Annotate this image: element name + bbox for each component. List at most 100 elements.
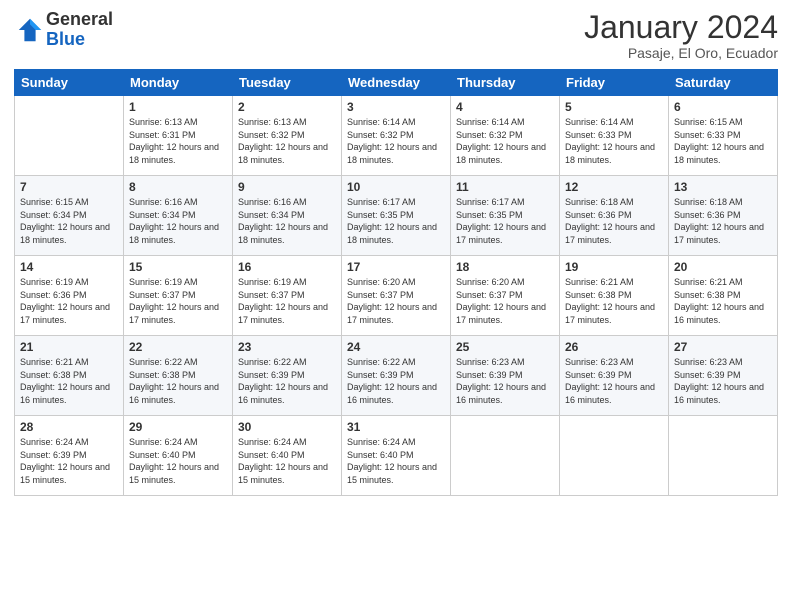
day-number: 1	[129, 100, 227, 114]
sunset-text: Sunset: 6:39 PM	[565, 369, 663, 382]
day-info: Sunrise: 6:21 AM Sunset: 6:38 PM Dayligh…	[565, 276, 663, 326]
daylight-text: Daylight: 12 hours and 18 minutes.	[565, 141, 663, 166]
sunset-text: Sunset: 6:39 PM	[674, 369, 772, 382]
sunset-text: Sunset: 6:39 PM	[20, 449, 118, 462]
daylight-text: Daylight: 12 hours and 18 minutes.	[456, 141, 554, 166]
daylight-text: Daylight: 12 hours and 17 minutes.	[20, 301, 118, 326]
day-number: 7	[20, 180, 118, 194]
daylight-text: Daylight: 12 hours and 17 minutes.	[674, 221, 772, 246]
calendar-week-4: 21 Sunrise: 6:21 AM Sunset: 6:38 PM Dayl…	[15, 336, 778, 416]
day-info: Sunrise: 6:23 AM Sunset: 6:39 PM Dayligh…	[674, 356, 772, 406]
calendar-header-row: Sunday Monday Tuesday Wednesday Thursday…	[15, 70, 778, 96]
calendar-cell: 6 Sunrise: 6:15 AM Sunset: 6:33 PM Dayli…	[669, 96, 778, 176]
daylight-text: Daylight: 12 hours and 18 minutes.	[674, 141, 772, 166]
daylight-text: Daylight: 12 hours and 16 minutes.	[347, 381, 445, 406]
calendar-cell: 20 Sunrise: 6:21 AM Sunset: 6:38 PM Dayl…	[669, 256, 778, 336]
day-number: 17	[347, 260, 445, 274]
calendar-cell: 9 Sunrise: 6:16 AM Sunset: 6:34 PM Dayli…	[233, 176, 342, 256]
day-info: Sunrise: 6:13 AM Sunset: 6:32 PM Dayligh…	[238, 116, 336, 166]
calendar-cell: 29 Sunrise: 6:24 AM Sunset: 6:40 PM Dayl…	[124, 416, 233, 496]
sunset-text: Sunset: 6:40 PM	[238, 449, 336, 462]
day-number: 19	[565, 260, 663, 274]
day-number: 4	[456, 100, 554, 114]
day-info: Sunrise: 6:24 AM Sunset: 6:40 PM Dayligh…	[238, 436, 336, 486]
daylight-text: Daylight: 12 hours and 15 minutes.	[347, 461, 445, 486]
sunrise-text: Sunrise: 6:17 AM	[456, 196, 554, 209]
daylight-text: Daylight: 12 hours and 16 minutes.	[456, 381, 554, 406]
day-info: Sunrise: 6:18 AM Sunset: 6:36 PM Dayligh…	[674, 196, 772, 246]
sunset-text: Sunset: 6:36 PM	[674, 209, 772, 222]
location-subtitle: Pasaje, El Oro, Ecuador	[584, 45, 778, 61]
sunset-text: Sunset: 6:38 PM	[674, 289, 772, 302]
day-info: Sunrise: 6:21 AM Sunset: 6:38 PM Dayligh…	[674, 276, 772, 326]
sunrise-text: Sunrise: 6:23 AM	[674, 356, 772, 369]
sunrise-text: Sunrise: 6:14 AM	[565, 116, 663, 129]
sunset-text: Sunset: 6:32 PM	[456, 129, 554, 142]
day-info: Sunrise: 6:24 AM Sunset: 6:40 PM Dayligh…	[347, 436, 445, 486]
daylight-text: Daylight: 12 hours and 15 minutes.	[129, 461, 227, 486]
sunset-text: Sunset: 6:35 PM	[347, 209, 445, 222]
day-number: 8	[129, 180, 227, 194]
day-info: Sunrise: 6:16 AM Sunset: 6:34 PM Dayligh…	[238, 196, 336, 246]
calendar-cell: 23 Sunrise: 6:22 AM Sunset: 6:39 PM Dayl…	[233, 336, 342, 416]
daylight-text: Daylight: 12 hours and 16 minutes.	[674, 301, 772, 326]
sunset-text: Sunset: 6:38 PM	[20, 369, 118, 382]
sunrise-text: Sunrise: 6:24 AM	[347, 436, 445, 449]
logo-icon	[16, 16, 44, 44]
daylight-text: Daylight: 12 hours and 17 minutes.	[238, 301, 336, 326]
day-number: 10	[347, 180, 445, 194]
logo-general-text: General	[46, 10, 113, 30]
calendar-cell: 10 Sunrise: 6:17 AM Sunset: 6:35 PM Dayl…	[342, 176, 451, 256]
sunrise-text: Sunrise: 6:19 AM	[238, 276, 336, 289]
sunset-text: Sunset: 6:37 PM	[347, 289, 445, 302]
sunrise-text: Sunrise: 6:20 AM	[347, 276, 445, 289]
daylight-text: Daylight: 12 hours and 17 minutes.	[565, 301, 663, 326]
sunset-text: Sunset: 6:32 PM	[347, 129, 445, 142]
day-number: 12	[565, 180, 663, 194]
day-number: 16	[238, 260, 336, 274]
logo-blue-text: Blue	[46, 30, 113, 50]
calendar-cell: 17 Sunrise: 6:20 AM Sunset: 6:37 PM Dayl…	[342, 256, 451, 336]
calendar-cell: 30 Sunrise: 6:24 AM Sunset: 6:40 PM Dayl…	[233, 416, 342, 496]
day-info: Sunrise: 6:13 AM Sunset: 6:31 PM Dayligh…	[129, 116, 227, 166]
sunrise-text: Sunrise: 6:22 AM	[347, 356, 445, 369]
page: General Blue January 2024 Pasaje, El Oro…	[0, 0, 792, 612]
calendar-cell: 7 Sunrise: 6:15 AM Sunset: 6:34 PM Dayli…	[15, 176, 124, 256]
calendar-cell: 5 Sunrise: 6:14 AM Sunset: 6:33 PM Dayli…	[560, 96, 669, 176]
day-info: Sunrise: 6:19 AM Sunset: 6:37 PM Dayligh…	[129, 276, 227, 326]
sunrise-text: Sunrise: 6:19 AM	[129, 276, 227, 289]
calendar-cell: 28 Sunrise: 6:24 AM Sunset: 6:39 PM Dayl…	[15, 416, 124, 496]
sunrise-text: Sunrise: 6:16 AM	[129, 196, 227, 209]
calendar-cell: 24 Sunrise: 6:22 AM Sunset: 6:39 PM Dayl…	[342, 336, 451, 416]
daylight-text: Daylight: 12 hours and 17 minutes.	[456, 301, 554, 326]
day-number: 30	[238, 420, 336, 434]
day-number: 27	[674, 340, 772, 354]
day-number: 6	[674, 100, 772, 114]
sunset-text: Sunset: 6:39 PM	[238, 369, 336, 382]
sunset-text: Sunset: 6:40 PM	[129, 449, 227, 462]
calendar-cell: 13 Sunrise: 6:18 AM Sunset: 6:36 PM Dayl…	[669, 176, 778, 256]
sunset-text: Sunset: 6:35 PM	[456, 209, 554, 222]
day-info: Sunrise: 6:20 AM Sunset: 6:37 PM Dayligh…	[347, 276, 445, 326]
col-tuesday: Tuesday	[233, 70, 342, 96]
calendar-cell	[560, 416, 669, 496]
day-info: Sunrise: 6:14 AM Sunset: 6:33 PM Dayligh…	[565, 116, 663, 166]
day-number: 3	[347, 100, 445, 114]
day-info: Sunrise: 6:19 AM Sunset: 6:36 PM Dayligh…	[20, 276, 118, 326]
daylight-text: Daylight: 12 hours and 18 minutes.	[238, 221, 336, 246]
calendar-cell: 14 Sunrise: 6:19 AM Sunset: 6:36 PM Dayl…	[15, 256, 124, 336]
day-info: Sunrise: 6:22 AM Sunset: 6:38 PM Dayligh…	[129, 356, 227, 406]
sunset-text: Sunset: 6:40 PM	[347, 449, 445, 462]
daylight-text: Daylight: 12 hours and 16 minutes.	[20, 381, 118, 406]
col-thursday: Thursday	[451, 70, 560, 96]
day-info: Sunrise: 6:21 AM Sunset: 6:38 PM Dayligh…	[20, 356, 118, 406]
day-number: 21	[20, 340, 118, 354]
calendar-cell: 4 Sunrise: 6:14 AM Sunset: 6:32 PM Dayli…	[451, 96, 560, 176]
header: General Blue January 2024 Pasaje, El Oro…	[14, 10, 778, 61]
sunrise-text: Sunrise: 6:19 AM	[20, 276, 118, 289]
calendar-cell: 31 Sunrise: 6:24 AM Sunset: 6:40 PM Dayl…	[342, 416, 451, 496]
daylight-text: Daylight: 12 hours and 18 minutes.	[129, 221, 227, 246]
sunset-text: Sunset: 6:34 PM	[238, 209, 336, 222]
col-saturday: Saturday	[669, 70, 778, 96]
sunrise-text: Sunrise: 6:16 AM	[238, 196, 336, 209]
